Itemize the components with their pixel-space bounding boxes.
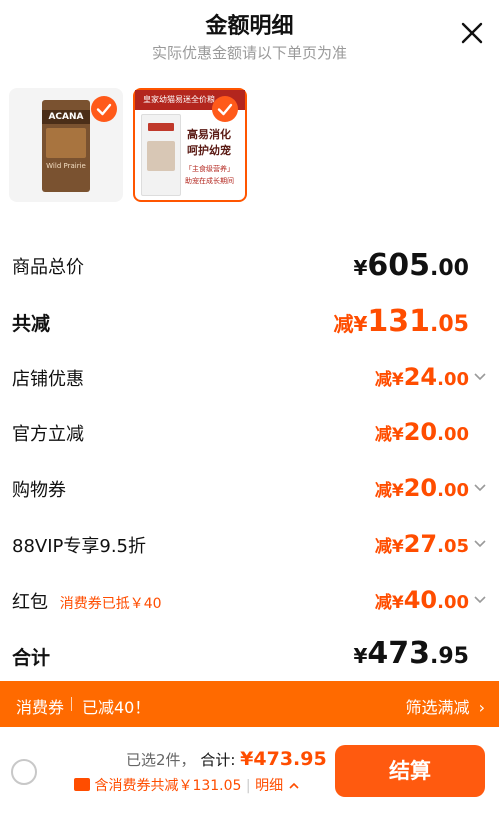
chevron-down-icon[interactable] xyxy=(473,481,487,497)
total-price-value: ¥605.00 xyxy=(353,248,469,283)
discount-prefix: 减¥ xyxy=(374,370,404,390)
discount-prefix: 减¥ xyxy=(374,537,404,557)
product-subtitle: Wild Prairie xyxy=(46,162,86,170)
coupon-ticket-icon xyxy=(74,778,90,791)
footer-coupon-line[interactable]: 含消费券共减￥131.05 | 明细 xyxy=(74,775,300,795)
footer-total-value: ¥473.95 xyxy=(240,748,327,770)
banner-divider xyxy=(71,697,72,711)
close-icon[interactable] xyxy=(459,20,485,46)
sum-value: ¥473.95 xyxy=(353,636,469,671)
footer-detail-link[interactable]: 明细 xyxy=(255,778,283,794)
sum-label: 合计 xyxy=(12,647,51,669)
discount-int: 24 xyxy=(403,363,438,391)
chevron-down-icon[interactable] xyxy=(473,537,487,553)
banner-reduced-text: 已减40！ xyxy=(82,698,151,717)
reduction-int: 131 xyxy=(367,304,431,339)
discount-dec: .00 xyxy=(437,369,469,390)
product-photo xyxy=(46,128,86,158)
selected-check-1[interactable] xyxy=(91,96,117,122)
discount-int: 20 xyxy=(403,418,438,446)
discount-label-official: 官方立减 xyxy=(12,424,84,445)
product-tag-2: 助宠在成长期间 xyxy=(185,177,234,185)
discount-int: 20 xyxy=(403,474,438,502)
coupon-banner[interactable]: 消费券 已减40！ 筛选满减 › xyxy=(0,681,499,727)
product-brand: ACANA xyxy=(42,110,90,124)
filter-full-reduction-link[interactable]: 筛选满减 › xyxy=(405,694,485,718)
discount-label-vip: 88VIP专享9.5折 xyxy=(12,536,147,557)
chevron-down-icon[interactable] xyxy=(473,593,487,609)
redpacket-label: 红包 xyxy=(12,592,48,613)
filter-label: 筛选满减 xyxy=(405,698,470,717)
product-photo xyxy=(147,141,175,171)
chevron-up-icon[interactable] xyxy=(288,778,300,794)
footer-divider: | xyxy=(245,778,251,794)
sum-int: 473 xyxy=(367,636,431,671)
product-headline-2: 呵护幼宠 xyxy=(187,144,231,157)
discount-prefix: 减¥ xyxy=(374,593,404,613)
discount-dec: .05 xyxy=(437,536,469,557)
discount-row-store[interactable]: 减¥24.00 xyxy=(375,363,487,391)
discount-prefix: 减¥ xyxy=(374,425,404,445)
total-price-label: 商品总价 xyxy=(12,257,84,278)
discount-int: 40 xyxy=(403,586,438,614)
footer-coupon-text: 含消费券共减￥131.05 xyxy=(94,778,242,794)
discount-dec: .00 xyxy=(437,480,469,501)
discount-row-vip[interactable]: 减¥27.05 xyxy=(375,530,487,558)
chevron-down-icon[interactable] xyxy=(473,370,487,386)
discount-label-store: 店铺优惠 xyxy=(12,369,84,390)
close-button[interactable] xyxy=(459,20,485,46)
reduction-prefix: 减¥ xyxy=(333,312,368,336)
total-price-dec: .00 xyxy=(430,256,469,281)
total-price-symbol: ¥ xyxy=(353,256,368,280)
discount-row-official: 减¥20.00 xyxy=(375,418,469,446)
footer-total-label: 合计: xyxy=(200,751,236,769)
discount-row-coupon[interactable]: 减¥20.00 xyxy=(375,474,487,502)
select-all-radio[interactable] xyxy=(11,759,37,785)
checkout-button[interactable]: 结算 xyxy=(335,745,485,797)
selected-check-2[interactable] xyxy=(212,96,238,122)
check-icon xyxy=(217,103,233,116)
redpacket-sublabel: 消费券已抵￥40 xyxy=(59,596,162,612)
sum-dec: .95 xyxy=(430,644,469,669)
reduction-dec: .05 xyxy=(430,312,469,337)
discount-int: 27 xyxy=(403,530,438,558)
discount-label-coupon: 购物券 xyxy=(12,480,66,501)
discount-prefix: 减¥ xyxy=(374,481,404,501)
product-tag-1: 「主食级营养」 xyxy=(185,165,234,173)
product-logo xyxy=(148,123,174,131)
footer-total-line: 已选2件， 合计: ¥473.95 xyxy=(126,748,327,770)
selected-count: 已选2件， xyxy=(126,751,196,769)
discount-label-redpacket: 红包 消费券已抵￥40 xyxy=(12,588,162,614)
discount-dec: .00 xyxy=(437,424,469,445)
product-image-acana: ACANA Wild Prairie xyxy=(42,100,90,192)
product-image-royal-canin xyxy=(141,114,181,196)
discount-dec: .00 xyxy=(437,592,469,613)
product-headline-1: 高易消化 xyxy=(187,128,231,141)
page-title: 金额明细 xyxy=(205,14,294,39)
page-subtitle: 实际优惠金额请以下单页为准 xyxy=(151,44,347,62)
reduction-value: 减¥131.05 xyxy=(333,304,469,339)
sum-symbol: ¥ xyxy=(353,644,368,668)
banner-coupon-label: 消费券 xyxy=(16,698,65,717)
discount-row-redpacket[interactable]: 减¥40.00 xyxy=(375,586,487,614)
check-icon xyxy=(96,103,112,116)
reduction-label: 共减 xyxy=(12,313,51,335)
chevron-right-icon: › xyxy=(478,698,485,717)
total-price-int: 605 xyxy=(367,248,431,283)
